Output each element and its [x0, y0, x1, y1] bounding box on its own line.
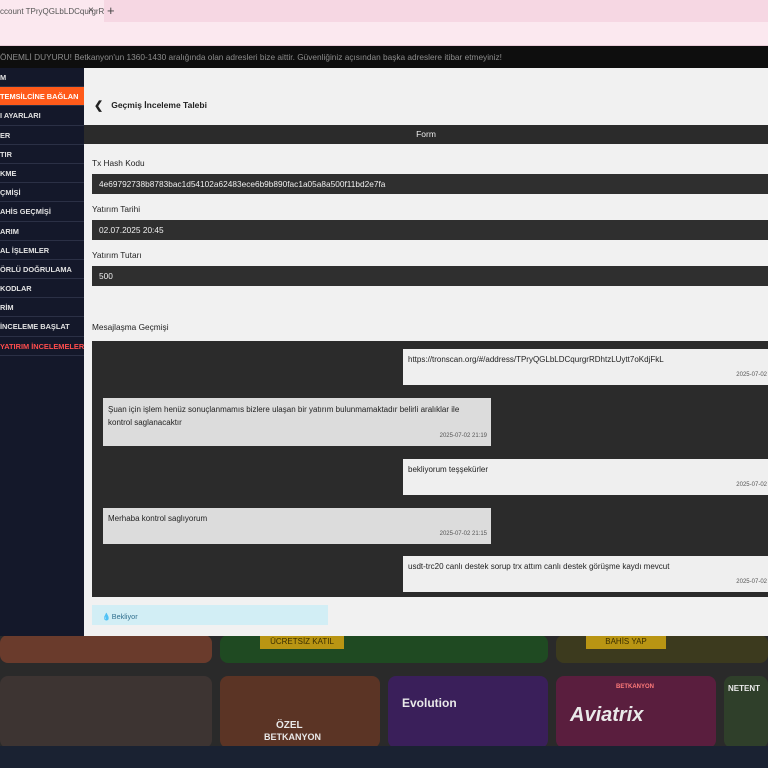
sidebar-item[interactable]: AHİS GEÇMİŞİ	[0, 202, 84, 222]
sidebar-item-deposit-reviews[interactable]: YATIRIM İNCELEMELERİ	[0, 337, 84, 356]
chat-message-agent: Merhaba kontrol saglıyorum 2025-07-02 21…	[103, 508, 491, 544]
chat-message-agent: Şuan için işlem henüz sonuçlanmamıs bizl…	[103, 398, 491, 446]
sidebar-item-live-support[interactable]: TEMSİLCİNE BAĞLAN	[0, 87, 84, 107]
message-text: https://tronscan.org/#/address/TPryQGLbL…	[408, 355, 664, 364]
game-card: BETKANYON Aviatrix	[556, 676, 716, 748]
sidebar-item[interactable]: ÖRLÜ DOĞRULAMA	[0, 260, 84, 280]
sidebar-item-start-review[interactable]: İNCELEME BAŞLAT	[0, 317, 84, 337]
promo-card	[0, 635, 212, 663]
sidebar-item[interactable]: ARIM	[0, 222, 84, 241]
chat-history-label: Mesajlaşma Geçmişi	[92, 322, 169, 332]
announcement-bar: ÖNEMLİ DUYURU! Betkanyon'un 1360-1430 ar…	[0, 46, 768, 68]
promo-card: ÜCRETSİZ KATIL	[220, 635, 548, 663]
game-title: Evolution	[402, 696, 457, 710]
game-title: BETKANYON	[616, 684, 655, 690]
bottom-strip	[0, 746, 768, 768]
chat-message-user: usdt-trc20 canlı destek sorup trx attım …	[403, 556, 768, 592]
promo-card: BAHİS YAP	[556, 635, 768, 663]
tx-hash-label: Tx Hash Kodu	[92, 158, 145, 168]
water-drop-icon: 💧	[102, 614, 111, 621]
sidebar-item[interactable]: ER	[0, 126, 84, 145]
review-panel: ❮ Geçmiş İnceleme Talebi Form Tx Hash Kod…	[84, 68, 768, 636]
message-time: 2025-07-02 21:19	[439, 433, 487, 439]
sidebar-item[interactable]: I AYARLARI	[0, 106, 84, 126]
deposit-date-label: Yatırım Tarihi	[92, 204, 141, 214]
deposit-date-field: 02.07.2025 20:45	[92, 220, 768, 240]
sidebar-item[interactable]: AL İŞLEMLER	[0, 241, 84, 260]
new-tab-icon[interactable]: +	[107, 3, 115, 18]
game-card: Evolution	[388, 676, 548, 748]
deposit-amount-label: Yatırım Tutarı	[92, 250, 142, 260]
sidebar-item[interactable]: ÇMİŞİ	[0, 183, 84, 203]
message-text: Merhaba kontrol saglıyorum	[108, 514, 208, 523]
message-time: 2025-07-02 21:15	[439, 531, 487, 537]
sidebar-item[interactable]: M	[0, 68, 84, 88]
form-header: Form	[84, 125, 768, 144]
sidebar-item[interactable]: KODLAR	[0, 279, 84, 299]
game-title: ÖZEL	[276, 720, 303, 731]
message-time: 2025-07-02	[736, 579, 767, 585]
browser-toolbar	[0, 22, 768, 46]
sidebar-item[interactable]: TIR	[0, 145, 84, 164]
status-text: Bekliyor	[111, 612, 138, 621]
message-text: bekliyorum teşşekürler	[408, 465, 489, 474]
back-button[interactable]: ❮ Geçmiş İnceleme Talebi	[94, 98, 207, 112]
message-time: 2025-07-02	[736, 372, 767, 378]
message-text: Şuan için işlem henüz sonuçlanmamıs bizl…	[108, 405, 460, 427]
browser-tab-bar: ccount TPryQGLbLDCqurgrR × +	[0, 0, 768, 22]
chat-message-user: https://tronscan.org/#/address/TPryQGLbL…	[403, 349, 768, 385]
game-title: NETENT	[728, 684, 760, 693]
sidebar-item[interactable]: KME	[0, 164, 84, 184]
tx-hash-field: 4e69792738b8783bac1d54102a62483ece6b9b89…	[92, 174, 768, 194]
deposit-amount-field: 500	[92, 266, 768, 286]
chevron-left-icon: ❮	[94, 100, 104, 112]
message-time: 2025-07-02	[736, 482, 767, 488]
game-card	[0, 676, 212, 748]
chat-message-user: bekliyorum teşşekürler 2025-07-02	[403, 459, 768, 495]
game-title: Aviatrix	[570, 704, 644, 726]
message-text: usdt-trc20 canlı destek sorup trx attım …	[408, 562, 670, 571]
promo-button: BAHİS YAP	[586, 635, 666, 649]
chat-history: https://tronscan.org/#/address/TPryQGLbL…	[92, 341, 768, 597]
game-card: ÖZEL BETKANYON	[220, 676, 380, 748]
status-badge: 💧Bekliyor	[92, 605, 328, 625]
close-icon[interactable]: ×	[88, 5, 94, 16]
page-title: Geçmiş İnceleme Talebi	[111, 100, 207, 110]
sidebar: M TEMSİLCİNE BAĞLAN I AYARLARI ER TIR KM…	[0, 68, 84, 636]
browser-tab[interactable]: ccount TPryQGLbLDCqurgrR ×	[0, 0, 104, 22]
promo-button: ÜCRETSİZ KATIL	[260, 635, 344, 649]
sidebar-item[interactable]: RİM	[0, 298, 84, 318]
game-card: NETENT	[724, 676, 768, 748]
game-title: BETKANYON	[264, 732, 322, 742]
